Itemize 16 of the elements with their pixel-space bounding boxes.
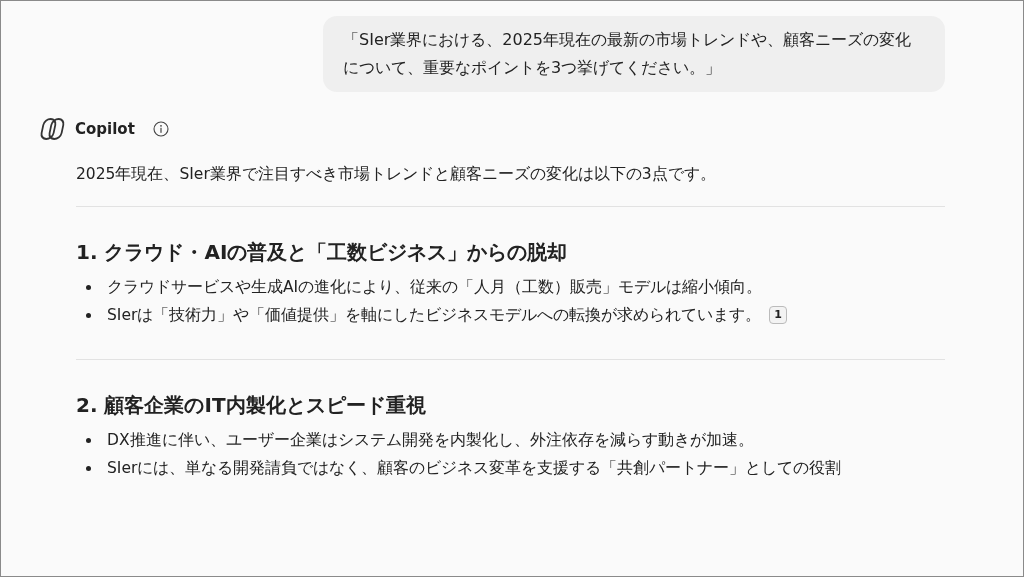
bullet-text: DX推進に伴い、ユーザー企業はシステム開発を内製化し、外注依存を減らす動きが加速。 (107, 430, 754, 451)
section-heading: 1. クラウド・AIの普及と「工数ビジネス」からの脱却 (76, 239, 569, 266)
bullet-text: SIerには、単なる開発請負ではなく、顧客のビジネス変革を支援する「共創パートナー」としての役割 (107, 458, 842, 479)
bullet-text: クラウドサービスや生成AIの進化により、従来の「人月（工数）販売」モデルは縮小傾向。 (107, 277, 763, 298)
bullet-text: SIerは「技術力」や「価値提供」を軸にしたビジネスモデルへの転換が求められています。 (107, 305, 762, 326)
section-heading: 2. 顧客企業のIT内製化とスピード重視 (76, 392, 427, 419)
bullet-icon (86, 312, 91, 318)
intro-text: 2025年現在、SIer業界で注目すべき市場トレンドと顧客ニーズの変化は以下の3点です。 (76, 164, 717, 185)
bullet-icon (86, 437, 91, 443)
assistant-name: Copilot (75, 120, 135, 138)
bullet-icon (86, 465, 91, 471)
bullet-icon (86, 284, 91, 290)
user-message: 「SIer業界における、2025年現在の最新の市場トレンドや、顧客ニーズの変化について、重要なポイントを3つ挙げてください。」 (323, 16, 945, 92)
citation-badge[interactable]: 1 (769, 306, 787, 324)
info-icon[interactable] (152, 121, 169, 137)
copilot-logo-icon (39, 117, 65, 141)
